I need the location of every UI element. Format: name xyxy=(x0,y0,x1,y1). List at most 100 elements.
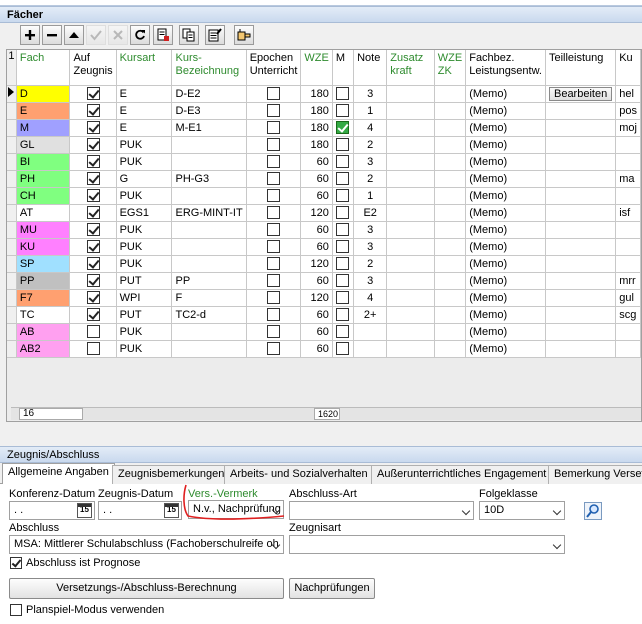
nachpruefungen-button[interactable]: Nachprüfungen xyxy=(289,578,375,599)
cell-m[interactable] xyxy=(332,85,355,103)
cell-wze[interactable]: 120 xyxy=(300,255,333,273)
cell-teilleistung[interactable] xyxy=(545,102,617,120)
cell-epochen[interactable] xyxy=(246,119,302,137)
cell-kursart[interactable]: G xyxy=(116,170,173,188)
cell-kurs_bez[interactable]: TC2-d xyxy=(171,306,247,324)
cell-epochen[interactable] xyxy=(246,170,302,188)
cell-m[interactable] xyxy=(332,221,355,239)
table-row[interactable]: KU PUK 60 3 (Memo) xyxy=(7,238,641,256)
cell-wze[interactable]: 60 xyxy=(300,306,333,324)
tab-ausserunterrichtliches-engagement[interactable]: Außerunterrichtliches Engagement xyxy=(371,465,553,484)
cell-zusatzkraft[interactable] xyxy=(386,221,435,239)
cell-wze_zk[interactable] xyxy=(434,323,467,341)
checkbox[interactable] xyxy=(86,308,100,321)
table-row[interactable]: GL PUK 180 2 (Memo) xyxy=(7,136,641,154)
checkbox[interactable] xyxy=(86,121,100,134)
add-button[interactable] xyxy=(20,25,40,45)
cell-wze_zk[interactable] xyxy=(434,340,467,358)
cell-note[interactable]: 4 xyxy=(353,289,388,307)
cell-fach[interactable]: AT xyxy=(16,204,71,222)
cell-fach[interactable]: MU xyxy=(16,221,71,239)
search-button[interactable] xyxy=(584,502,602,520)
cell-kurs_bez[interactable]: M-E1 xyxy=(171,119,247,137)
cell-fach[interactable]: BI xyxy=(16,153,71,171)
checkbox[interactable] xyxy=(336,274,350,287)
cell-auf_zeugnis[interactable] xyxy=(69,255,117,273)
zeugnisart-select[interactable] xyxy=(289,535,565,554)
column-header-epochen[interactable]: Epochen Unterricht xyxy=(246,50,302,86)
cell-m[interactable] xyxy=(332,204,355,222)
table-row[interactable]: PP PUT PP 60 3 (Memo) mrr xyxy=(7,272,641,290)
row-indicator[interactable] xyxy=(7,102,17,120)
cell-wze[interactable]: 60 xyxy=(300,170,333,188)
cell-ku[interactable] xyxy=(615,221,641,239)
column-header-wze_zk[interactable]: WZE ZK xyxy=(434,50,467,86)
column-header-m[interactable]: M xyxy=(332,50,355,86)
cell-kursart[interactable]: PUT xyxy=(116,306,173,324)
cell-teilleistung[interactable] xyxy=(545,221,617,239)
cell-teilleistung[interactable] xyxy=(545,272,617,290)
cell-m[interactable] xyxy=(332,255,355,273)
cell-m[interactable] xyxy=(332,272,355,290)
cell-fach[interactable]: CH xyxy=(16,187,71,205)
cell-epochen[interactable] xyxy=(246,204,302,222)
table-row[interactable]: BI PUK 60 3 (Memo) xyxy=(7,153,641,171)
cell-epochen[interactable] xyxy=(246,340,302,358)
cell-note[interactable]: 3 xyxy=(353,221,388,239)
checkbox[interactable] xyxy=(336,206,350,219)
cell-teilleistung[interactable] xyxy=(545,340,617,358)
cell-wze_zk[interactable] xyxy=(434,306,467,324)
cell-zusatzkraft[interactable] xyxy=(386,272,435,290)
export-button[interactable] xyxy=(153,25,173,45)
column-header-fach[interactable]: Fach xyxy=(16,50,71,86)
cell-wze[interactable]: 60 xyxy=(300,187,333,205)
cell-kursart[interactable]: PUK xyxy=(116,323,173,341)
cell-m[interactable] xyxy=(332,153,355,171)
checkbox[interactable] xyxy=(86,155,100,168)
cell-kursart[interactable]: PUK xyxy=(116,136,173,154)
checkbox[interactable] xyxy=(336,138,350,151)
cell-kurs_bez[interactable]: F xyxy=(171,289,247,307)
cell-kurs_bez[interactable]: PH-G3 xyxy=(171,170,247,188)
cell-wze[interactable]: 180 xyxy=(300,119,333,137)
cell-zusatzkraft[interactable] xyxy=(386,306,435,324)
zeugnis-datum-field[interactable]: . . 15 xyxy=(98,501,182,520)
cell-kurs_bez[interactable] xyxy=(171,238,247,256)
cell-zusatzkraft[interactable] xyxy=(386,102,435,120)
checkbox[interactable] xyxy=(267,308,281,321)
cell-teilleistung[interactable] xyxy=(545,238,617,256)
column-header-fachbez[interactable]: Fachbez. Leistungsentw. xyxy=(465,50,546,86)
cell-note[interactable]: 3 xyxy=(353,238,388,256)
cell-note[interactable] xyxy=(353,323,388,341)
row-indicator[interactable] xyxy=(7,238,17,256)
cell-wze_zk[interactable] xyxy=(434,136,467,154)
cell-zusatzkraft[interactable] xyxy=(386,153,435,171)
row-indicator[interactable] xyxy=(7,221,17,239)
checkbox[interactable] xyxy=(267,206,281,219)
cell-wze[interactable]: 60 xyxy=(300,272,333,290)
cell-ku[interactable]: mrr xyxy=(615,272,641,290)
cell-wze_zk[interactable] xyxy=(434,102,467,120)
cell-note[interactable]: 2 xyxy=(353,255,388,273)
cell-m[interactable] xyxy=(332,187,355,205)
row-indicator[interactable] xyxy=(7,119,17,137)
table-row[interactable]: CH PUK 60 1 (Memo) xyxy=(7,187,641,205)
checkbox[interactable] xyxy=(267,121,281,134)
remove-button[interactable] xyxy=(42,25,62,45)
checkbox[interactable] xyxy=(336,87,350,100)
cell-note[interactable] xyxy=(353,340,388,358)
checkbox[interactable] xyxy=(336,257,350,270)
checkbox[interactable] xyxy=(267,325,281,338)
cell-kursart[interactable]: WPI xyxy=(116,289,173,307)
cell-auf_zeugnis[interactable] xyxy=(69,272,117,290)
cell-teilleistung[interactable] xyxy=(545,255,617,273)
cell-epochen[interactable] xyxy=(246,221,302,239)
checkbox[interactable] xyxy=(267,104,281,117)
cell-kursart[interactable]: PUK xyxy=(116,221,173,239)
konferenz-datum-field[interactable]: . . 15 xyxy=(9,501,95,520)
cell-ku[interactable]: scg xyxy=(615,306,641,324)
cell-kursart[interactable]: PUK xyxy=(116,153,173,171)
cell-epochen[interactable] xyxy=(246,85,302,103)
folgeklasse-select[interactable]: 10D xyxy=(479,501,565,520)
cell-wze[interactable]: 60 xyxy=(300,323,333,341)
